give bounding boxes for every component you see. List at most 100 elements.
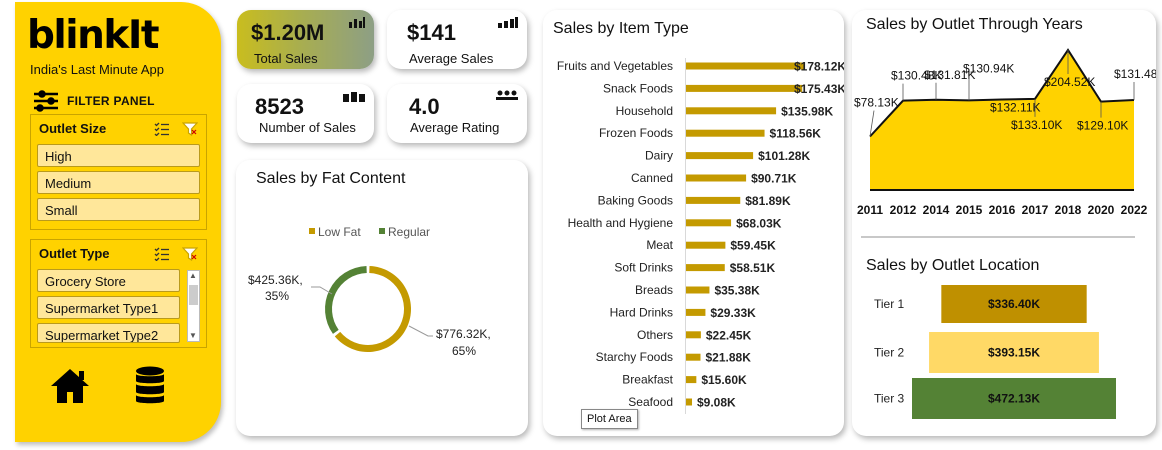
home-icon[interactable] (49, 367, 91, 405)
filter-panel-label: FILTER PANEL (67, 94, 155, 108)
data-label: $58.51K (730, 261, 776, 275)
item-type-bar[interactable] (686, 84, 803, 92)
category-label: Hard Drinks (610, 305, 673, 319)
category-label: Others (637, 328, 673, 342)
outlet-size-option[interactable]: High (37, 144, 200, 167)
kpi-average-sales-label: Average Sales (409, 51, 494, 66)
outlet-type-option[interactable]: Supermarket Type2 (37, 323, 180, 343)
location-tier-label: Tier 3 (874, 392, 905, 406)
section-divider (861, 236, 1135, 238)
sidebar: blinkIt India's Last Minute App FILTER P… (15, 2, 221, 442)
location-tier-label: Tier 1 (874, 297, 905, 311)
category-label: Canned (631, 171, 673, 185)
item-type-bar[interactable] (686, 174, 747, 182)
kpi-average-sales-value: $141 (407, 20, 456, 45)
outlet-size-option[interactable]: Small (37, 198, 200, 221)
outlet-type-option[interactable]: Grocery Store (37, 269, 180, 292)
data-label: $178.12K (794, 60, 844, 74)
kpi-average-rating: 4.0 Average Rating (387, 84, 527, 143)
category-label: Baking Goods (598, 193, 673, 207)
data-label: $9.08K (697, 396, 736, 410)
fat-content-title: Sales by Fat Content (256, 170, 406, 187)
area-data-label: $132.11K (990, 101, 1041, 115)
category-label: Snack Foods (603, 81, 673, 95)
scroll-thumb[interactable] (189, 285, 198, 305)
slice-percent: 35% (265, 289, 289, 303)
leader-line (408, 325, 433, 337)
area-data-label: $129.10K (1077, 119, 1128, 133)
data-label: $135.98K (781, 104, 833, 118)
kpi-average-rating-value: 4.0 (409, 94, 440, 119)
data-label: $35.38K (714, 284, 760, 298)
year-tick-label: 2011 (857, 203, 883, 217)
donut-slice[interactable] (325, 266, 367, 334)
year-tick-label: 2020 (1088, 203, 1115, 217)
category-label: Breakfast (622, 373, 673, 387)
brand-tagline: India's Last Minute App (30, 62, 165, 77)
data-label: $22.45K (706, 328, 752, 342)
area-data-label: $131.48K (1114, 67, 1156, 81)
data-label: $29.33K (710, 306, 756, 320)
category-label: Starchy Foods (596, 350, 673, 364)
area-data-label: $133.10K (1011, 118, 1062, 132)
item-type-bar[interactable] (686, 107, 777, 115)
kpi-average-rating-label: Average Rating (410, 120, 500, 135)
item-type-bar[interactable] (686, 376, 697, 384)
year-tick-label: 2012 (890, 203, 917, 217)
item-type-chart: Fruits and Vegetables $178.12K Snack Foods… (557, 58, 844, 414)
item-type-bar[interactable] (686, 152, 754, 160)
item-type-bar[interactable] (686, 264, 725, 272)
slice-label: $425.36K, (248, 273, 303, 287)
outlet-right-card: Sales by Outlet Through Years $78.13K 201… (852, 10, 1156, 436)
slice-label: $776.32K, (436, 327, 491, 341)
item-type-bar[interactable] (686, 219, 732, 227)
kpi-average-sales: $141 Average Sales (387, 10, 527, 69)
clear-filter-icon[interactable] (182, 246, 198, 261)
area-data-label: $204.52K (1044, 75, 1095, 89)
item-type-bar[interactable] (686, 308, 706, 316)
category-label: Household (616, 104, 673, 118)
area-data-label: $78.13K (854, 96, 899, 110)
database-icon[interactable] (135, 366, 165, 406)
plot-area-tooltip: Plot Area (581, 409, 638, 429)
outlet-type-option[interactable]: Supermarket Type1 (37, 296, 180, 319)
scroll-down-icon[interactable]: ▼ (189, 332, 197, 340)
item-type-bar[interactable] (686, 129, 765, 137)
scroll-up-icon[interactable]: ▲ (189, 272, 197, 280)
item-type-bar[interactable] (686, 331, 701, 339)
year-tick-label: 2018 (1055, 203, 1082, 217)
kpi-number-of-sales-label: Number of Sales (259, 120, 356, 135)
outlet-size-title: Outlet Size (39, 121, 107, 136)
category-label: Meat (646, 238, 673, 252)
clear-filter-icon[interactable] (182, 121, 198, 136)
item-type-bar[interactable] (686, 196, 741, 204)
category-label: Fruits and Vegetables (557, 59, 673, 73)
category-label: Frozen Foods (599, 126, 673, 140)
navigation-icons (49, 366, 165, 406)
fat-content-card: Sales by Fat Content Low Fat Regular $776… (236, 160, 528, 436)
fat-content-chart: Low Fat Regular $776.32K, 65% $425.36K, 35% (248, 225, 491, 358)
data-label: $118.56K (770, 127, 822, 141)
data-label: $59.45K (730, 239, 776, 253)
location-tier-label: Tier 2 (874, 346, 905, 360)
category-label: Dairy (645, 149, 673, 163)
legend-swatch (309, 228, 315, 234)
data-label: $175.43K (794, 82, 844, 96)
brand-logo: blinkIt (27, 13, 160, 58)
item-type-bar[interactable] (686, 286, 710, 294)
year-tick-label: 2015 (956, 203, 983, 217)
slicer-scrollbar[interactable]: ▲ ▼ (187, 270, 200, 342)
item-type-bar[interactable] (686, 241, 726, 249)
multi-select-icon[interactable] (154, 247, 170, 261)
item-type-bar[interactable] (686, 62, 804, 70)
item-type-bar[interactable] (686, 353, 701, 361)
sliders-icon (34, 90, 58, 112)
data-label: $101.28K (758, 149, 810, 163)
multi-select-icon[interactable] (154, 122, 170, 136)
area-data-label: $130.94K (963, 61, 1014, 75)
outlet-size-slicer: Outlet Size High Medium Small (30, 114, 207, 230)
growth-chart-icon (498, 17, 518, 28)
kpi-total-sales-label: Total Sales (254, 51, 318, 66)
outlet-size-option[interactable]: Medium (37, 171, 200, 194)
item-type-bar[interactable] (686, 398, 693, 406)
